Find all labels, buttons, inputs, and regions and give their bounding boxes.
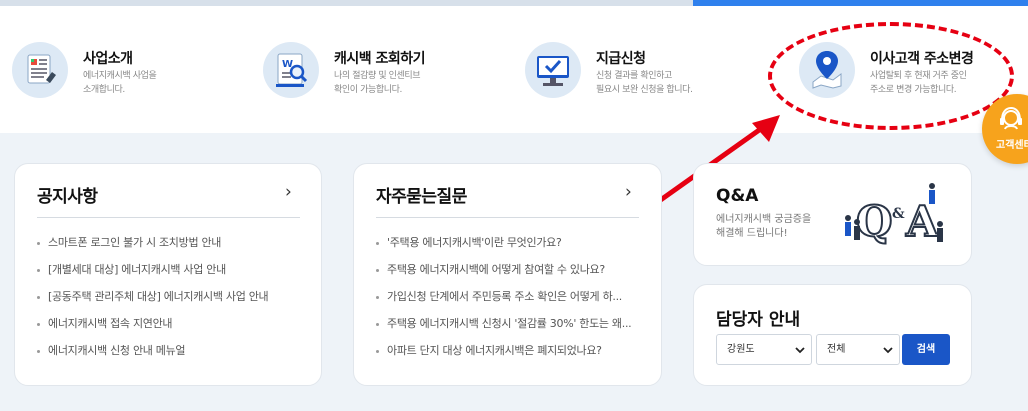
service-desc: 신청 결과를 확인하고 필요시 보완 신청을 합니다.: [596, 71, 693, 95]
scope-select[interactable]: 전체: [816, 334, 900, 365]
customer-center-label: 고객센터: [996, 140, 1028, 151]
faq-card: 자주묻는질문 › '주택용 에너지캐시백'이란 무엇인가요? 주택용 에너지캐시…: [353, 163, 662, 386]
list-item[interactable]: 에너지캐시백 신청 안내 메뉴얼: [37, 343, 307, 370]
service-desc: 에너지캐시백 사업을 소개합니다.: [83, 71, 157, 95]
scope-value: 전체: [827, 344, 846, 355]
qa-illustration-icon: Q & A: [845, 183, 943, 247]
word-search-icon: W: [263, 42, 319, 98]
staff-card: 담당자 안내 강원도 전체 검색: [693, 284, 972, 386]
qa-card[interactable]: Q&A 에너지캐시백 궁금증을 해결해 드립니다! Q & A: [693, 163, 972, 266]
notice-list: 스마트폰 로그인 불가 시 조치방법 안내 [개별세대 대상] 에너지캐시백 사…: [37, 235, 307, 370]
list-item[interactable]: '주택용 에너지캐시백'이란 무엇인가요?: [376, 235, 646, 262]
svg-text:&: &: [892, 206, 905, 222]
headset-icon: [1000, 106, 1022, 130]
faq-list: '주택용 에너지캐시백'이란 무엇인가요? 주택용 에너지캐시백에 어떻게 참여…: [376, 235, 646, 370]
qa-desc: 에너지캐시백 궁금증을 해결해 드립니다!: [716, 214, 812, 239]
list-item[interactable]: 에너지캐시백 접속 지연안내: [37, 316, 307, 343]
list-item[interactable]: 아파트 단지 대상 에너지캐시백은 폐지되었나요?: [376, 343, 646, 370]
highlight-ellipse: [768, 22, 1014, 130]
list-item[interactable]: 주택용 에너지캐시백에 어떻게 참여할 수 있나요?: [376, 262, 646, 289]
chevron-down-icon: [795, 347, 805, 354]
qa-title: Q&A: [716, 186, 759, 206]
chevron-down-icon: [883, 347, 893, 354]
service-title: 사업소개: [83, 51, 133, 67]
region-value: 강원도: [727, 344, 755, 355]
search-button[interactable]: 검색: [902, 334, 950, 365]
svg-text:A: A: [905, 197, 940, 246]
list-item[interactable]: 가입신청 단계에서 주민등록 주소 확인은 어떻게 하...: [376, 289, 646, 316]
list-item[interactable]: [공동주택 관리주체 대상] 에너지캐시백 사업 안내: [37, 289, 307, 316]
notice-card: 공지사항 › 스마트폰 로그인 불가 시 조치방법 안내 [개별세대 대상] 에…: [14, 163, 322, 386]
chevron-right-icon[interactable]: ›: [285, 182, 292, 202]
divider: [37, 217, 300, 218]
notice-title: 공지사항: [37, 187, 98, 207]
service-desc: 나의 절감량 및 인센티브 확인이 가능합니다.: [334, 71, 421, 95]
document-icon: [12, 42, 68, 98]
list-item[interactable]: 스마트폰 로그인 불가 시 조치방법 안내: [37, 235, 307, 262]
service-title: 캐시백 조회하기: [334, 51, 426, 67]
divider: [376, 217, 639, 218]
faq-title: 자주묻는질문: [376, 187, 467, 207]
staff-title: 담당자 안내: [716, 310, 801, 330]
list-item[interactable]: [개별세대 대상] 에너지캐시백 사업 안내: [37, 262, 307, 289]
region-select[interactable]: 강원도: [716, 334, 812, 365]
monitor-check-icon: [525, 42, 581, 98]
service-title: 지급신청: [596, 51, 646, 67]
svg-text:Q: Q: [856, 197, 893, 246]
list-item[interactable]: 주택용 에너지캐시백 신청시 '절감률 30%' 한도는 왜...: [376, 316, 646, 343]
chevron-right-icon[interactable]: ›: [625, 182, 632, 202]
